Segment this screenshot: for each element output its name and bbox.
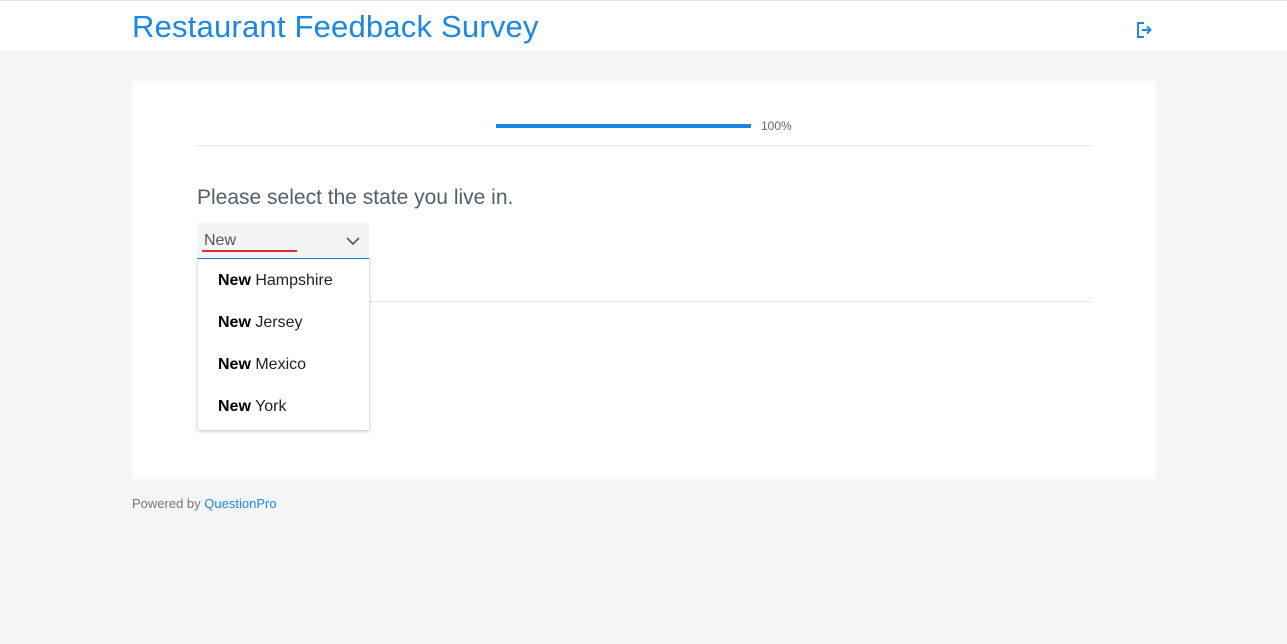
option-match: New (218, 398, 251, 415)
option-rest: Hampshire (250, 272, 333, 289)
option-rest: Mexico (250, 356, 307, 373)
state-option[interactable]: New York (198, 386, 369, 428)
top-bar: Restaurant Feedback Survey (0, 0, 1287, 50)
option-rest: York (250, 398, 287, 415)
progress-fill (496, 124, 751, 128)
spellcheck-underline (202, 250, 297, 252)
progress-bar: 100% (496, 117, 816, 135)
divider-top (197, 145, 1091, 146)
state-option[interactable]: New Hampshire (198, 260, 369, 302)
state-select[interactable] (197, 223, 369, 259)
state-dropdown-list: New Hampshire New Jersey New Mexico New … (198, 260, 369, 430)
questionpro-link[interactable]: QuestionPro (204, 496, 276, 511)
progress-percent: 100% (761, 119, 792, 133)
survey-title: Restaurant Feedback Survey (132, 9, 539, 44)
chevron-down-icon[interactable] (345, 234, 361, 248)
option-rest: Jersey (250, 314, 303, 331)
option-match: New (218, 356, 251, 373)
exit-icon[interactable] (1135, 21, 1153, 39)
footer-prefix: Powered by (132, 496, 201, 511)
option-match: New (218, 314, 251, 331)
survey-card: 100% Please select the state you live in… (132, 81, 1156, 479)
state-search-input[interactable] (204, 231, 334, 251)
state-option[interactable]: New Mexico (198, 344, 369, 386)
progress-track (496, 124, 751, 128)
state-option[interactable]: New Jersey (198, 302, 369, 344)
footer: Powered by QuestionPro (132, 496, 277, 511)
question-text: Please select the state you live in. (197, 186, 514, 209)
option-match: New (218, 272, 251, 289)
